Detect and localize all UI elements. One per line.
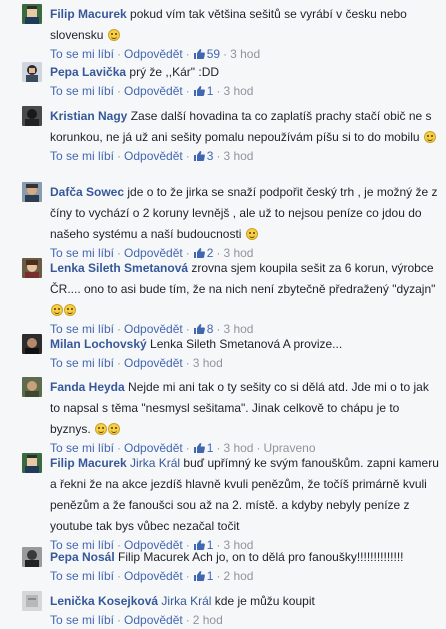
comment-text: Dafča Sowec jde o to že jirka se snaží p…: [50, 182, 442, 245]
comment-time[interactable]: 3 hod: [230, 47, 260, 61]
comment-text: Kristian Nagy Zase další hovadina ta co …: [50, 106, 442, 148]
like-count[interactable]: 3: [193, 149, 213, 163]
like-link[interactable]: To se mi líbí: [50, 149, 114, 163]
reply-link[interactable]: Odpovědět: [124, 569, 183, 583]
comment-author[interactable]: Lenka Sileth Smetanová: [50, 261, 188, 275]
like-link[interactable]: To se mi líbí: [50, 356, 114, 370]
comment-author[interactable]: Fanda Heyda: [50, 380, 125, 394]
smile-emoji-icon: [95, 423, 108, 435]
thumbs-up-icon: [193, 86, 205, 96]
comment-text: Milan Lochovský Lenka Sileth Smetanová A…: [50, 334, 442, 355]
comment-actions: To se mi líbí · Odpovědět · 1 · 3 hod: [50, 84, 254, 98]
comment-time[interactable]: 2 hod: [193, 613, 223, 627]
thumbs-up-icon: [193, 571, 205, 581]
like-count[interactable]: 1: [193, 569, 213, 583]
smile-emoji-icon: [51, 304, 63, 316]
smile-emoji-icon: [245, 228, 258, 240]
comment-mention[interactable]: Jirka Král: [130, 456, 180, 470]
comment-author[interactable]: Milan Lochovský: [50, 337, 147, 351]
smile-emoji-icon: [64, 304, 76, 316]
comment-message: prý že ,,Kár" :DD: [129, 65, 220, 79]
comment-message: Filip Macurek Ach jo, on to dělá pro fan…: [118, 550, 404, 564]
like-count[interactable]: 59: [193, 47, 220, 61]
smile-emoji-icon: [108, 423, 121, 435]
comment-text: Fanda Heyda Nejde mi ani tak o ty sešity…: [50, 377, 442, 440]
comment-author[interactable]: Lenička Kosejková: [50, 594, 158, 608]
avatar[interactable]: [22, 182, 42, 202]
reply-link[interactable]: Odpovědět: [124, 84, 183, 98]
reply-link[interactable]: Odpovědět: [124, 613, 183, 627]
thumbs-up-icon: [193, 443, 205, 453]
comment-actions: To se mi líbí · Odpovědět · 2 hod: [50, 613, 223, 627]
reply-link[interactable]: Odpovědět: [124, 356, 183, 370]
smile-emoji-icon: [107, 29, 120, 41]
comment-actions: To se mi líbí · Odpovědět · 3 · 3 hod: [50, 149, 254, 163]
avatar[interactable]: [22, 377, 42, 397]
thumbs-up-icon: [193, 248, 205, 258]
comment-mention[interactable]: Jirka Král: [161, 594, 211, 608]
comment-author[interactable]: Pepa Nosál: [50, 550, 115, 564]
comment-author[interactable]: Pepa Lavička: [50, 65, 126, 79]
thumbs-up-icon: [193, 151, 205, 161]
thumbs-up-icon: [193, 49, 205, 59]
comment-text: Filip Macurek Jirka Král buď upřímný ke …: [50, 453, 442, 537]
comment-author[interactable]: Kristian Nagy: [50, 109, 127, 123]
comment-time[interactable]: 2 hod: [223, 569, 253, 583]
comment-author[interactable]: Filip Macurek: [50, 456, 127, 470]
thumbs-up-icon: [193, 324, 205, 334]
comment-text: Pepa Lavička prý že ,,Kár" :DD: [50, 62, 442, 83]
comment-actions: To se mi líbí · Odpovědět · 1 · 2 hod: [50, 569, 254, 583]
comment-text: Lenka Sileth Smetanová zrovna sjem koupi…: [50, 258, 442, 321]
smile-emoji-icon: [423, 131, 436, 143]
like-link[interactable]: To se mi líbí: [50, 613, 114, 627]
comment-time[interactable]: 3 hod: [223, 84, 253, 98]
like-count[interactable]: 1: [193, 84, 213, 98]
like-link[interactable]: To se mi líbí: [50, 569, 114, 583]
comment-actions: To se mi líbí · Odpovědět · 59 · 3 hod: [50, 47, 261, 61]
comment-feed: Filip Macurek pokud vím tak většina seši…: [0, 0, 446, 627]
comment-author[interactable]: Filip Macurek: [50, 7, 127, 21]
comment-time[interactable]: 3 hod: [223, 149, 253, 163]
comment-time[interactable]: 3 hod: [193, 356, 223, 370]
avatar[interactable]: [22, 62, 42, 82]
avatar[interactable]: [22, 453, 42, 473]
comment-message: kde je můžu koupit: [214, 594, 315, 608]
avatar[interactable]: [22, 258, 42, 278]
avatar[interactable]: [22, 547, 42, 567]
comment-message: Lenka Sileth Smetanová A provize...: [150, 337, 343, 351]
avatar[interactable]: [22, 106, 42, 126]
avatar[interactable]: [22, 591, 42, 611]
comment-actions: To se mi líbí · Odpovědět · 3 hod: [50, 356, 223, 370]
reply-link[interactable]: Odpovědět: [124, 47, 183, 61]
comment-author[interactable]: Dafča Sowec: [50, 185, 124, 199]
like-link[interactable]: To se mi líbí: [50, 84, 114, 98]
comment-text: Lenička Kosejková Jirka Král kde je můžu…: [50, 591, 442, 612]
comment-text: Pepa Nosál Filip Macurek Ach jo, on to d…: [50, 547, 442, 568]
like-link[interactable]: To se mi líbí: [50, 47, 114, 61]
avatar[interactable]: [22, 4, 42, 24]
comment-text: Filip Macurek pokud vím tak většina seši…: [50, 4, 442, 46]
avatar[interactable]: [22, 334, 42, 354]
reply-link[interactable]: Odpovědět: [124, 149, 183, 163]
